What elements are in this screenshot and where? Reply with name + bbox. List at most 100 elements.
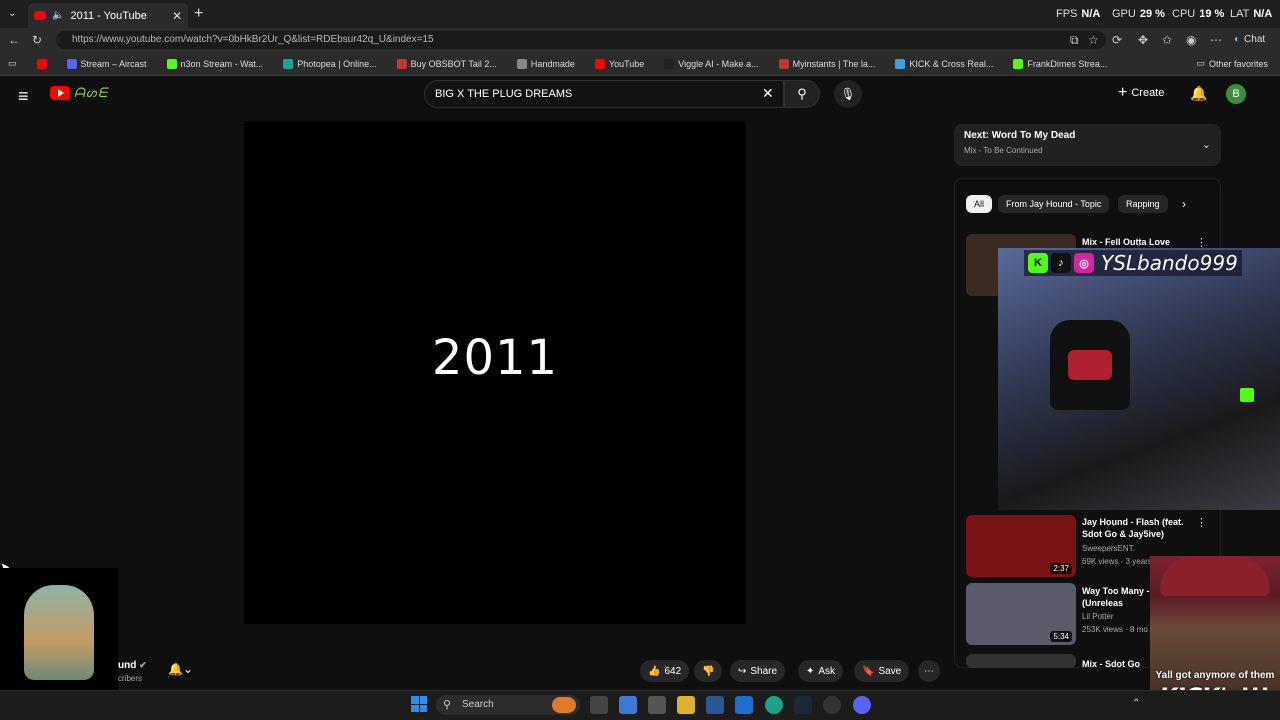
bookmark-favicon-icon <box>594 58 605 69</box>
share-button[interactable]: ↪ Share <box>730 660 786 682</box>
copilot-chat-button[interactable]: ◐ Chat <box>1234 34 1265 45</box>
outlook-app-icon[interactable] <box>735 696 753 714</box>
search-icon: ⚲ <box>443 699 452 711</box>
next-up-panel[interactable]: Next: Word To My Dead Mix - To Be Contin… <box>954 124 1221 166</box>
fps-stat: FPS N/A <box>1056 8 1101 20</box>
video-thumbnail[interactable]: 5:34 <box>966 583 1076 645</box>
refresh-icon[interactable]: ↻ <box>32 33 42 47</box>
copilot-icon: ◐ <box>1234 34 1241 45</box>
cpu-stat: CPU 19 % <box>1172 8 1225 20</box>
more-actions-button[interactable]: ⋯ <box>918 660 940 682</box>
video-title[interactable]: Jay Hound - Flash (feat. Sdot Go & Jay5i… <box>1082 516 1202 540</box>
speaker-icon[interactable]: 🔈 <box>52 10 64 21</box>
search-input[interactable]: BIG X THE PLUG DREAMS <box>424 80 784 108</box>
steam-app-icon[interactable] <box>794 696 812 714</box>
browser-tab[interactable]: 🔈 2011 - YouTube ✕ <box>28 3 188 28</box>
chevron-right-icon[interactable]: › <box>1182 197 1186 211</box>
like-button[interactable]: 👍 642 <box>640 660 690 682</box>
bookmark-item[interactable]: Handmade <box>516 58 575 69</box>
chip-from-channel[interactable]: From Jay Hound - Topic <box>998 195 1110 213</box>
tab-title: 2011 - YouTube <box>70 9 147 22</box>
verified-icon: ✔ <box>139 660 147 670</box>
bookmark-item[interactable]: KICK & Cross Real... <box>895 58 993 69</box>
bookmark-item[interactable]: FrankDimes Strea... <box>1013 58 1107 69</box>
bookmark-label: YouTube <box>608 58 645 69</box>
notifications-bell-icon[interactable]: 🔔 <box>1190 85 1207 102</box>
thumbs-down-icon: 👎 <box>702 665 715 677</box>
chevron-down-icon[interactable]: ⌄ <box>1202 138 1211 151</box>
open-in-app-icon[interactable]: ⧉ <box>1070 33 1079 48</box>
next-subtitle: Mix - To Be Continued <box>964 146 1043 155</box>
file-explorer-icon[interactable] <box>677 696 695 714</box>
create-label: Create <box>1131 87 1165 99</box>
create-button[interactable]: + Create <box>1118 84 1164 102</box>
other-favorites[interactable]: ▭ Other favorites <box>1196 58 1268 69</box>
chip-all[interactable]: All <box>966 195 993 213</box>
bookmark-item[interactable]: Myinstants | The la... <box>778 58 876 69</box>
close-tab-icon[interactable]: ✕ <box>172 9 182 23</box>
video-title[interactable]: Mix - Fell Outta Love <box>1082 236 1202 248</box>
subscription-bell-icon[interactable]: 🔔⌄ <box>168 662 193 676</box>
mail-app-icon[interactable] <box>706 696 724 714</box>
youtube-doodle-icon[interactable]: ᗩᔕᗴ <box>74 85 108 101</box>
thumbs-up-icon: 👍 <box>648 665 661 677</box>
video-channel[interactable]: Lil Potter <box>1082 612 1114 621</box>
new-tab-icon[interactable]: + <box>194 5 203 23</box>
task-view-icon[interactable] <box>590 696 608 714</box>
favorite-star-icon[interactable]: ☆ <box>1088 33 1099 47</box>
voice-search-mic-icon[interactable]: 🎙 <box>834 80 862 108</box>
profile-icon[interactable]: ◉ <box>1186 33 1196 47</box>
sidebar-toggle-icon[interactable]: ▭ <box>8 58 17 69</box>
save-button[interactable]: 🔖 Save <box>854 660 910 682</box>
windows-start-icon[interactable] <box>411 696 427 712</box>
video-thumbnail[interactable]: 2:37 <box>966 515 1076 577</box>
bookmark-label: Buy OBSBOT Tail 2... <box>410 58 497 69</box>
bookmark-label: Myinstants | The la... <box>792 58 876 69</box>
edge-browser-icon[interactable] <box>765 696 783 714</box>
bookmark-item[interactable]: YouTube <box>594 58 645 69</box>
bookmark-favicon-icon <box>283 58 294 69</box>
discord-app-icon[interactable] <box>853 696 871 714</box>
video-menu-icon[interactable]: ⋮ <box>1196 516 1207 529</box>
copilot-app-icon[interactable] <box>619 696 637 714</box>
extensions-icon[interactable]: ✥ <box>1138 33 1148 47</box>
back-icon[interactable]: ← <box>8 33 20 47</box>
system-tray-chevron-icon[interactable]: ⌃ <box>1132 698 1140 709</box>
reload-extension-icon[interactable]: ⟳ <box>1112 33 1122 47</box>
instagram-icon: ◎ <box>1074 253 1094 273</box>
bookmark-item[interactable]: Stream – Aircast <box>66 58 147 69</box>
channel-name[interactable]: und ✔ <box>118 660 147 671</box>
search-button[interactable]: ⚲ <box>784 80 820 108</box>
ask-button[interactable]: ✦ Ask <box>798 660 844 682</box>
bookmark-favicon-icon <box>895 58 906 69</box>
bookmark-favicon-icon <box>778 58 789 69</box>
tab-list-chevron-icon[interactable]: ⌄ <box>8 8 16 19</box>
store-app-icon[interactable] <box>648 696 666 714</box>
clear-search-icon[interactable]: ✕ <box>762 85 774 102</box>
folder-icon: ▭ <box>1196 58 1205 68</box>
bookmark-label: n3on Stream - Wat... <box>180 58 264 69</box>
bookmark-item[interactable]: Photopea | Online... <box>283 58 377 69</box>
obs-app-icon[interactable] <box>823 696 841 714</box>
bookmark-favicon-icon <box>664 58 675 69</box>
video-thumbnail[interactable] <box>966 654 1076 668</box>
dislike-button[interactable]: 👎 <box>694 660 723 682</box>
bookmark-favicon-icon <box>66 58 77 69</box>
video-channel[interactable]: SweepersENT. <box>1082 544 1135 553</box>
bookmark-favicon-icon <box>166 58 177 69</box>
bookmark-item[interactable]: n3on Stream - Wat... <box>166 58 264 69</box>
hamburger-menu-icon[interactable]: ≡ <box>18 86 29 107</box>
youtube-logo-icon[interactable] <box>50 86 70 100</box>
favorites-icon[interactable]: ✩ <box>1162 33 1172 47</box>
bookmark-item[interactable]: Buy OBSBOT Tail 2... <box>396 58 497 69</box>
bookmark-label: Photopea | Online... <box>297 58 377 69</box>
bookmark-item[interactable]: Viggle AI - Make a... <box>664 58 759 69</box>
webcam-overlay <box>998 248 1280 510</box>
youtube-bookmark-icon[interactable] <box>36 58 47 69</box>
chip-rapping[interactable]: Rapping <box>1118 195 1168 213</box>
video-frame-text: 2011 <box>431 330 559 386</box>
avatar[interactable]: B <box>1226 84 1246 104</box>
more-icon: ⋯ <box>924 665 934 677</box>
more-menu-icon[interactable]: ⋯ <box>1210 33 1222 47</box>
url-field[interactable]: https://www.youtube.com/watch?v=0bHkBr2U… <box>56 31 1106 49</box>
